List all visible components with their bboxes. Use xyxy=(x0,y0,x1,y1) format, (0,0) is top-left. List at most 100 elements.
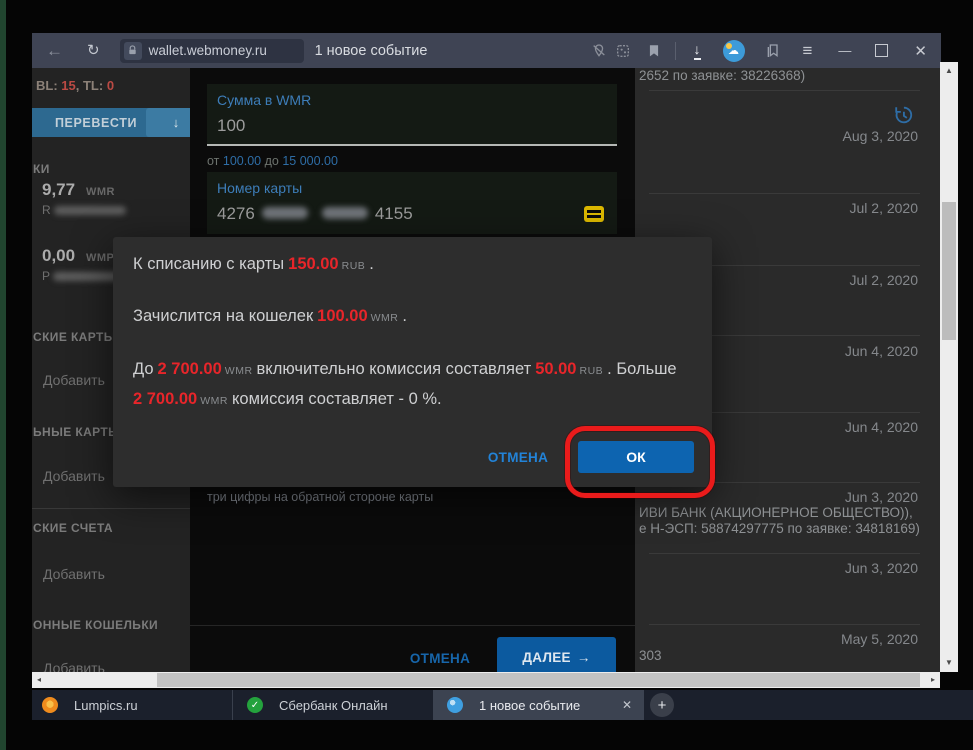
profile-avatar[interactable]: ☁ xyxy=(722,39,745,62)
event-bank-line: ИВИ БАНК (АКЦИОНЕРНОЕ ОБЩЕСТВО)), xyxy=(639,505,913,520)
tab-label: 1 новое событие xyxy=(479,697,581,713)
scroll-down-arrow[interactable]: ▼ xyxy=(940,656,958,670)
event-separator xyxy=(649,90,920,91)
tab-webmoney-active[interactable]: 1 новое событие ✕ xyxy=(433,690,644,720)
address-bar[interactable]: wallet.webmoney.ru xyxy=(119,38,304,63)
download-icon[interactable]: ↓ xyxy=(693,41,701,60)
back-button[interactable]: ← xyxy=(46,42,63,59)
card-number-input[interactable]: 4276 4155 xyxy=(217,204,413,224)
topup-button[interactable]: ↓ xyxy=(146,108,190,137)
url-text: wallet.webmoney.ru xyxy=(148,43,267,58)
purse-amount: 0,00 xyxy=(42,246,76,265)
lock-icon xyxy=(123,41,142,60)
form-next-button[interactable]: ДАЛЕЕ → xyxy=(497,637,616,672)
purse-currency: WMR xyxy=(86,186,115,198)
menu-icon[interactable]: ≡ xyxy=(803,41,813,61)
event-text-partial: 303 xyxy=(639,648,662,663)
commission-text: До 2 700.00 WMR включительно комиссия соста… xyxy=(133,360,677,408)
cvv-hint: три цифры на обратной стороне карты xyxy=(207,490,434,504)
event-date: Jun 4, 2020 xyxy=(844,419,918,435)
redacted-card-digits xyxy=(321,207,368,219)
tab-bar: Lumpics.ru ✓ Сбербанк Онлайн 1 новое соб… xyxy=(32,690,973,720)
event-separator xyxy=(649,193,920,194)
extensions-icon[interactable] xyxy=(615,43,631,59)
page-title: 1 новое событие xyxy=(314,42,428,59)
scroll-up-arrow[interactable]: ▲ xyxy=(940,64,958,78)
form-cancel-button[interactable]: ОТМЕНА xyxy=(405,651,475,666)
transfer-button[interactable]: ПЕРЕВЕСТИ xyxy=(32,108,164,137)
close-window-button[interactable]: ✕ xyxy=(914,42,927,60)
horizontal-scroll-thumb[interactable] xyxy=(157,673,920,687)
card-number-field[interactable]: Номер карты 4276 4155 xyxy=(207,172,617,234)
purse-currency: WMP xyxy=(86,252,115,264)
add-virtual-card-link[interactable]: Добавить xyxy=(43,468,105,484)
plus-icon: + xyxy=(657,696,667,714)
redacted-bar xyxy=(53,205,126,215)
tab-close-icon[interactable]: ✕ xyxy=(622,698,632,712)
scroll-right-arrow[interactable]: ▸ xyxy=(926,672,940,688)
section-e-wallets: ОННЫЕ КОШЕЛЬКИ xyxy=(33,618,159,632)
event-separator xyxy=(649,624,920,625)
browser-toolbar: ← ↻ wallet.webmoney.ru 1 новое событие ↓… xyxy=(32,33,941,68)
event-date: Jun 3, 2020 xyxy=(844,560,918,576)
event-date: Jun 4, 2020 xyxy=(844,343,918,359)
event-date: May 5, 2020 xyxy=(840,631,918,647)
tab-label: Сбербанк Онлайн xyxy=(279,697,388,713)
maximize-button[interactable] xyxy=(875,44,889,57)
event-separator xyxy=(649,553,920,554)
protect-pin-icon[interactable] xyxy=(591,43,607,59)
arrow-right-icon: → xyxy=(576,649,591,665)
debit-line: К списанию с карты 150.00 RUB. xyxy=(133,255,374,273)
purse-number-masked: R xyxy=(42,203,126,217)
section-bank-cards: СКИЕ КАРТЫ xyxy=(33,330,116,344)
card-icon xyxy=(584,206,604,222)
input-underline xyxy=(207,144,617,146)
check-icon: ✓ xyxy=(250,699,260,711)
refresh-button[interactable]: ↻ xyxy=(87,43,100,58)
dialog-cancel-button[interactable]: ОТМЕНА xyxy=(481,450,555,465)
vertical-scrollbar[interactable]: ▲ ▼ xyxy=(940,62,958,672)
amount-input[interactable]: 100 xyxy=(217,116,245,136)
annotation-highlight-ring xyxy=(565,426,715,498)
bookmark-icon[interactable] xyxy=(647,43,661,58)
horizontal-scrollbar[interactable]: ◂ ▸ xyxy=(32,672,940,688)
vertical-scroll-thumb[interactable] xyxy=(942,202,956,340)
event-date: Jun 3, 2020 xyxy=(844,489,918,505)
sidebar-divider xyxy=(32,508,190,509)
new-tab-button[interactable]: + xyxy=(650,693,674,717)
add-bank-account-link[interactable]: Добавить xyxy=(43,566,105,582)
tab-label: Lumpics.ru xyxy=(74,697,138,713)
event-date: Aug 3, 2020 xyxy=(842,128,918,144)
purse-amount: 9,77 xyxy=(42,180,76,199)
minimize-button[interactable]: — xyxy=(838,43,851,58)
limits-line: BL: 15, TL: 0 xyxy=(36,78,115,93)
scroll-left-arrow[interactable]: ◂ xyxy=(32,672,46,688)
down-arrow-icon: ↓ xyxy=(172,115,180,130)
amount-label: Сумма в WMR xyxy=(217,92,312,108)
add-e-wallet-link[interactable]: Добавить xyxy=(43,660,105,672)
card-number-label: Номер карты xyxy=(217,180,303,196)
form-divider xyxy=(190,625,635,626)
amount-range-hint: от 100.00 до 15 000.00 xyxy=(207,154,338,168)
section-bank-accounts: СКИЕ СЧЕТА xyxy=(33,521,113,535)
event-date: Jul 2, 2020 xyxy=(849,200,919,216)
event-bank-line: е Н-ЭСП: 58874297775 по заявке: 34818169… xyxy=(639,521,920,536)
credit-line: Зачислится на кошелек 100.00 WMR. xyxy=(133,307,407,325)
toolbar-right: ↓ ☁ ≡ — ✕ xyxy=(591,39,942,62)
webmoney-favicon xyxy=(447,697,463,713)
amount-field[interactable]: Сумма в WMR 100 xyxy=(207,84,617,146)
history-icon[interactable] xyxy=(892,104,914,126)
add-bank-card-link[interactable]: Добавить xyxy=(43,372,105,388)
tab-lumpics[interactable]: Lumpics.ru xyxy=(32,690,232,720)
screenshot-root: ← ↻ wallet.webmoney.ru 1 новое событие ↓… xyxy=(0,0,973,750)
wallets-header: КИ xyxy=(33,162,50,176)
redacted-card-digits xyxy=(261,207,308,219)
desktop-edge xyxy=(0,0,6,750)
lumpics-favicon xyxy=(42,697,58,713)
event-text-partial: 2652 по заявке: 38226368) xyxy=(639,68,806,83)
event-date: Jul 2, 2020 xyxy=(849,272,919,288)
sberbank-favicon: ✓ xyxy=(247,697,263,713)
section-virtual-cards: ЬНЫЕ КАРТЫ xyxy=(33,425,121,439)
collections-icon[interactable] xyxy=(765,43,781,59)
tab-sberbank[interactable]: ✓ Сбербанк Онлайн xyxy=(232,690,433,720)
